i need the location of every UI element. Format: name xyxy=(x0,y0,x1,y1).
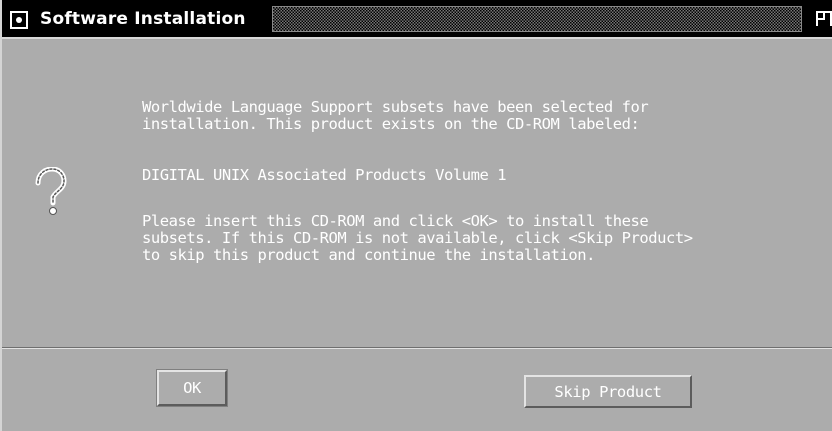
skip-product-button[interactable]: Skip Product xyxy=(524,375,692,408)
message-paragraph-1: Worldwide Language Support subsets have … xyxy=(142,98,649,133)
message-paragraph-3: Please insert this CD-ROM and click <OK>… xyxy=(142,212,693,264)
resize-icon[interactable] xyxy=(814,9,832,29)
title-bar[interactable]: Software Installation xyxy=(2,0,832,37)
ok-button[interactable]: OK xyxy=(156,369,228,407)
message-paragraph-2: DIGITAL UNIX Associated Products Volume … xyxy=(142,166,507,184)
dialog-window: Software Installation Worldwide Language… xyxy=(0,0,832,431)
separator xyxy=(2,347,832,349)
window-menu-icon[interactable] xyxy=(10,11,28,29)
question-mark-icon xyxy=(35,167,67,215)
window-title: Software Installation xyxy=(40,9,246,29)
message-area: Worldwide Language Support subsets have … xyxy=(2,37,832,347)
title-bar-stipple[interactable] xyxy=(272,6,802,32)
